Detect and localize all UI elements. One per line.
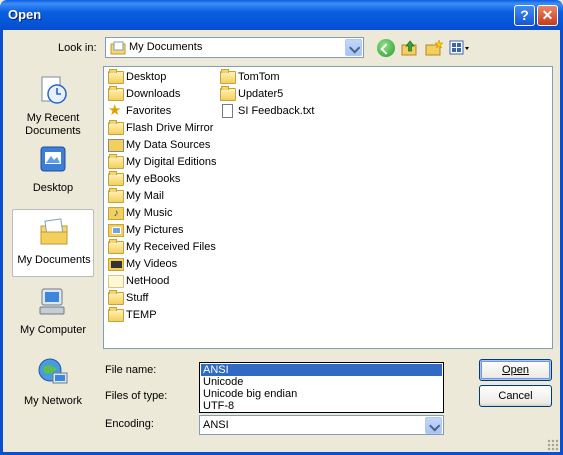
encoding-dropdown-list[interactable]: ANSI Unicode Unicode big endian UTF-8 (199, 362, 444, 413)
videos-folder-icon (108, 258, 124, 271)
place-label: My Recent Documents (25, 112, 81, 137)
encoding-combo[interactable]: ANSI (199, 415, 444, 435)
lookin-combo[interactable]: My Documents (105, 37, 364, 58)
window-frame-left (0, 30, 3, 455)
lookin-value: My Documents (129, 41, 203, 53)
pictures-folder-icon (108, 224, 124, 237)
place-my-documents[interactable]: My Documents (12, 209, 94, 277)
title-bar[interactable]: Open ? ✕ (0, 0, 563, 30)
encoding-option[interactable]: ANSI (201, 364, 442, 376)
folder-icon (220, 69, 236, 84)
close-button[interactable]: ✕ (537, 5, 558, 26)
place-my-recent-documents[interactable]: My Recent Documents (12, 68, 94, 137)
desktop-icon (40, 146, 66, 172)
folder-icon (108, 239, 124, 254)
encoding-value: ANSI (203, 419, 229, 431)
data-sources-icon (108, 139, 124, 152)
encoding-option[interactable]: Unicode (201, 376, 442, 388)
my-documents-small-icon (110, 41, 126, 55)
filename-label: File name: (105, 364, 157, 376)
place-label: My Documents (17, 254, 91, 266)
back-icon[interactable] (377, 39, 395, 57)
music-folder-icon: ♪ (108, 207, 124, 220)
window-title: Open (8, 7, 42, 22)
favorites-star-icon: ★ (108, 102, 122, 119)
up-folder-icon[interactable] (401, 39, 419, 57)
place-my-network[interactable]: My Network (12, 351, 94, 419)
folder-icon (220, 86, 236, 101)
resize-grip[interactable] (547, 439, 559, 451)
my-computer-icon (39, 288, 65, 315)
folder-icon (108, 290, 124, 305)
lookin-label: Look in: (58, 42, 97, 54)
encoding-label: Encoding: (105, 418, 154, 430)
place-desktop[interactable]: Desktop (12, 138, 94, 206)
place-my-computer[interactable]: My Computer (12, 280, 94, 348)
folder-icon (108, 154, 124, 169)
folder-icon (108, 69, 124, 84)
place-label: Desktop (32, 182, 74, 194)
encoding-option[interactable]: UTF-8 (201, 400, 442, 412)
folder-icon (108, 275, 124, 288)
folder-icon (108, 307, 124, 322)
places-bar: My Recent Documents Desktop My Documents … (9, 65, 97, 448)
place-label: My Network (23, 395, 83, 407)
open-button[interactable]: Open (479, 359, 552, 381)
help-button[interactable]: ? (514, 5, 535, 26)
my-documents-icon (40, 218, 68, 245)
folder-icon (108, 171, 124, 186)
filetype-label: Files of type: (105, 390, 168, 402)
encoding-option[interactable]: Unicode big endian (201, 388, 442, 400)
new-folder-icon[interactable] (425, 39, 443, 57)
my-network-icon (38, 358, 68, 384)
views-menu-icon[interactable] (449, 39, 471, 57)
chevron-down-icon[interactable] (425, 417, 442, 434)
folder-icon (108, 86, 124, 101)
place-label: My Computer (19, 324, 87, 336)
close-icon: ✕ (541, 7, 554, 23)
folder-icon (108, 188, 124, 203)
text-file-icon (222, 104, 233, 118)
folder-icon (108, 120, 124, 135)
chevron-down-icon[interactable] (345, 39, 362, 56)
help-icon: ? (520, 7, 529, 23)
file-list[interactable]: Desktop Downloads ★ Favorites Flash Drive… (103, 66, 553, 349)
cancel-button[interactable]: Cancel (479, 385, 552, 407)
recent-documents-icon (41, 76, 67, 104)
